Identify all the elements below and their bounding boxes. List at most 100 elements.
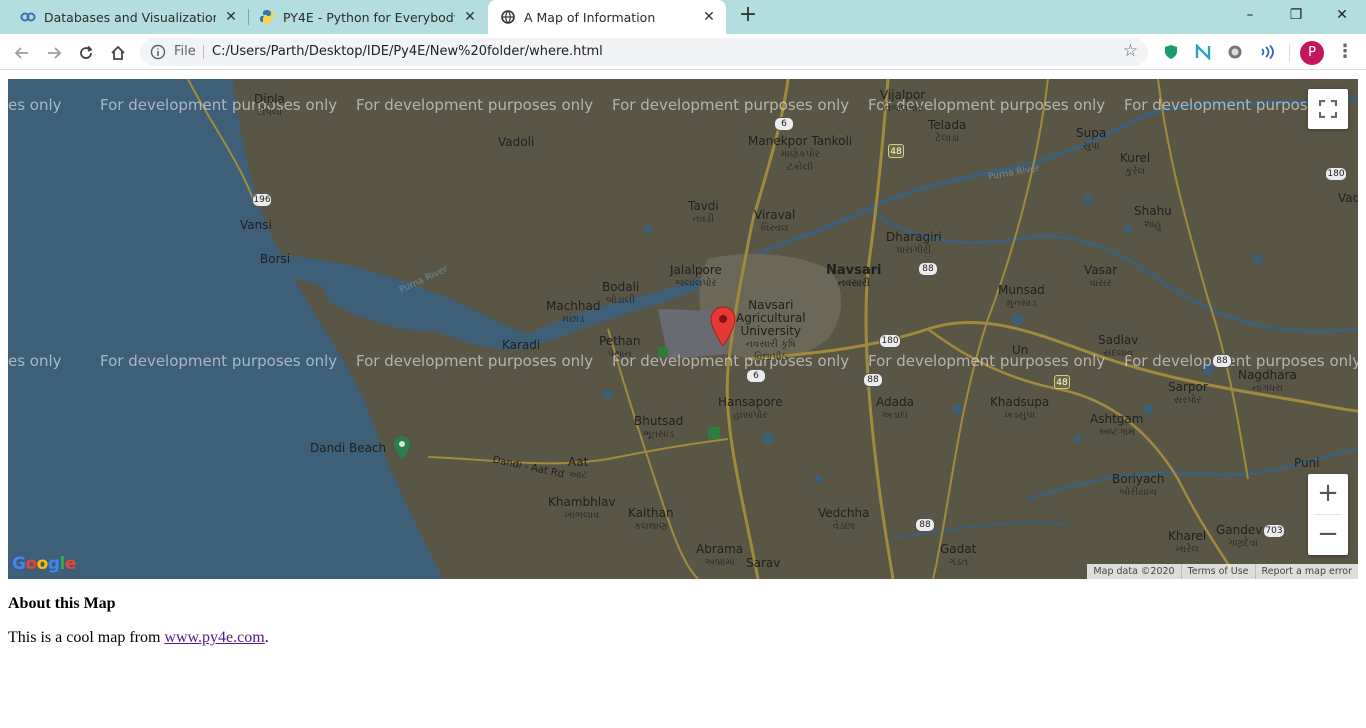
address-bar[interactable]: File C:/Users/Parth/Desktop/IDE/Py4E/New… bbox=[140, 38, 1148, 66]
place-label: Kharel ખારેલ bbox=[1168, 529, 1207, 556]
dev-watermark: For development purposes only bbox=[100, 352, 338, 370]
map-base-layer bbox=[8, 79, 1358, 579]
highway-shield: 88 bbox=[863, 373, 883, 387]
python-icon bbox=[259, 9, 275, 25]
arrow-left-icon bbox=[14, 47, 28, 59]
close-icon[interactable]: ✕ bbox=[702, 10, 716, 24]
place-label: Navsari નવસારી bbox=[826, 263, 882, 289]
place-label: Ashtgam અષ્ટગામ bbox=[1090, 412, 1144, 439]
place-label: Sadlav સદલાવ bbox=[1098, 333, 1139, 360]
terms-link[interactable]: Terms of Use bbox=[1180, 564, 1255, 579]
about-text: This is a cool map from bbox=[8, 629, 165, 646]
arrow-right-icon bbox=[48, 47, 62, 59]
place-label: Munsad મુનસાડ bbox=[998, 283, 1045, 310]
scheme-label: File bbox=[174, 44, 196, 59]
place-label: Vedchha વેડછા bbox=[818, 506, 870, 533]
close-icon[interactable]: ✕ bbox=[224, 10, 238, 24]
tab-title: A Map of Information bbox=[524, 9, 656, 25]
place-label: Vansi bbox=[240, 218, 272, 232]
shield-extension-icon[interactable] bbox=[1162, 43, 1180, 61]
dev-watermark: es only bbox=[8, 352, 62, 370]
tab-title: PY4E - Python for Everybody bbox=[283, 9, 455, 25]
place-label: Aat આટ bbox=[568, 455, 589, 482]
zoom-out-button[interactable]: − bbox=[1308, 515, 1348, 555]
place-label: Sarav bbox=[746, 556, 781, 570]
minimize-button[interactable]: – bbox=[1228, 4, 1272, 28]
place-label: Jalalpore જલાલપોર bbox=[670, 263, 722, 290]
location-marker[interactable] bbox=[709, 305, 737, 351]
place-label: Gadat ગડત bbox=[940, 542, 977, 569]
place-label: Adada અડાદા bbox=[876, 395, 914, 422]
highway-shield: 88 bbox=[1212, 354, 1232, 368]
place-label: Kalthan કલથાણ bbox=[628, 506, 674, 533]
zoom-controls: + − bbox=[1308, 474, 1348, 555]
home-button[interactable] bbox=[105, 40, 131, 66]
fullscreen-button[interactable] bbox=[1308, 89, 1348, 129]
place-label: Kurel કુરેલ bbox=[1120, 151, 1151, 178]
place-label: Khambhlav ખાંભલાવ bbox=[548, 495, 616, 522]
google-logo[interactable]: Google bbox=[12, 554, 76, 574]
forward-button[interactable] bbox=[41, 40, 67, 66]
place-label: Vad bbox=[1338, 191, 1358, 205]
dev-watermark: For development purposes only bbox=[100, 96, 338, 114]
place-label: Viraval વિરવલ bbox=[754, 208, 796, 235]
place-label: Dipla દીપલા bbox=[254, 92, 285, 119]
new-tab-button[interactable]: + bbox=[737, 4, 759, 27]
dev-watermark: For development purposes only bbox=[356, 96, 594, 114]
place-label: Navsari Agricultural University નવસારી કૃષિ… bbox=[736, 298, 806, 364]
n-extension-icon[interactable] bbox=[1194, 43, 1212, 61]
place-label: Vadoli bbox=[498, 135, 535, 149]
circle-extension-icon[interactable] bbox=[1226, 43, 1244, 61]
url-text[interactable]: C:/Users/Parth/Desktop/IDE/Py4E/New%20fo… bbox=[212, 44, 603, 59]
fullscreen-icon bbox=[1319, 100, 1337, 118]
close-icon[interactable]: ✕ bbox=[463, 10, 477, 24]
place-label: Shahu શાહુ bbox=[1134, 204, 1172, 231]
tab-map-of-information[interactable]: A Map of Information ✕ bbox=[488, 0, 726, 34]
back-button[interactable] bbox=[9, 40, 35, 66]
place-label: Supa સુપા bbox=[1076, 126, 1107, 153]
place-label: Vijalpor વિજલપોર bbox=[880, 88, 926, 115]
place-label: Bhutsad ભૂતસાડ bbox=[634, 414, 684, 441]
place-label: Sarpor સરપોર bbox=[1168, 380, 1208, 407]
place-label: Borsi bbox=[260, 252, 291, 266]
dev-watermark: For development purposes only bbox=[356, 352, 594, 370]
highway-shield: 6 bbox=[746, 369, 766, 383]
report-error-link[interactable]: Report a map error bbox=[1254, 564, 1358, 579]
tab-py4e[interactable]: PY4E - Python for Everybody ✕ bbox=[249, 0, 487, 34]
place-label: Khadsupa ખડસુપા bbox=[990, 395, 1050, 422]
profile-avatar[interactable]: P bbox=[1300, 41, 1324, 65]
zoom-in-button[interactable]: + bbox=[1308, 474, 1348, 514]
address-separator bbox=[203, 45, 204, 59]
window-close-button[interactable]: ✕ bbox=[1320, 4, 1364, 28]
highway-shield: 180 bbox=[1325, 167, 1347, 181]
link-icon bbox=[20, 9, 36, 25]
browser-menu-icon[interactable]: ⋮ bbox=[1336, 41, 1354, 65]
dev-watermark: For development purposes only bbox=[612, 352, 850, 370]
py4e-link[interactable]: www.py4e.com bbox=[164, 629, 264, 646]
place-label: Hansapore હાંસાપોર bbox=[718, 395, 783, 422]
restore-button[interactable]: ❐ bbox=[1274, 4, 1318, 28]
globe-icon bbox=[500, 9, 516, 25]
browser-toolbar: File C:/Users/Parth/Desktop/IDE/Py4E/New… bbox=[0, 34, 1366, 70]
place-label: Machhad મછાડ bbox=[546, 299, 601, 326]
place-label: Bodali બોડાલી bbox=[602, 280, 640, 307]
audio-extension-icon[interactable] bbox=[1258, 43, 1276, 61]
info-icon[interactable] bbox=[150, 44, 166, 64]
tab-title: Databases and Visualization (pee bbox=[44, 9, 216, 25]
place-label: Pethan પેથાન bbox=[599, 334, 641, 361]
reload-icon bbox=[80, 45, 93, 59]
highway-shield: 6 bbox=[774, 117, 794, 131]
tab-strip: Databases and Visualization (pee ✕ PY4E … bbox=[0, 0, 1366, 34]
dev-watermark: es only bbox=[8, 96, 62, 114]
place-label: Telada ટેલાડા bbox=[928, 118, 967, 145]
reload-button[interactable] bbox=[73, 40, 99, 66]
tab-databases[interactable]: Databases and Visualization (pee ✕ bbox=[0, 0, 248, 34]
map-view[interactable]: es only For development purposes only Fo… bbox=[8, 79, 1358, 579]
place-label: Karadi bbox=[502, 338, 541, 352]
dev-watermark: For development purposes only bbox=[612, 96, 850, 114]
place-label: Dandi Beach bbox=[310, 441, 387, 455]
place-label: Abrama અબ્રામા bbox=[696, 542, 744, 569]
beach-pin-icon[interactable] bbox=[392, 435, 412, 465]
place-label: Vasar વાસર bbox=[1084, 263, 1118, 290]
bookmark-star-icon[interactable]: ☆ bbox=[1123, 41, 1138, 61]
